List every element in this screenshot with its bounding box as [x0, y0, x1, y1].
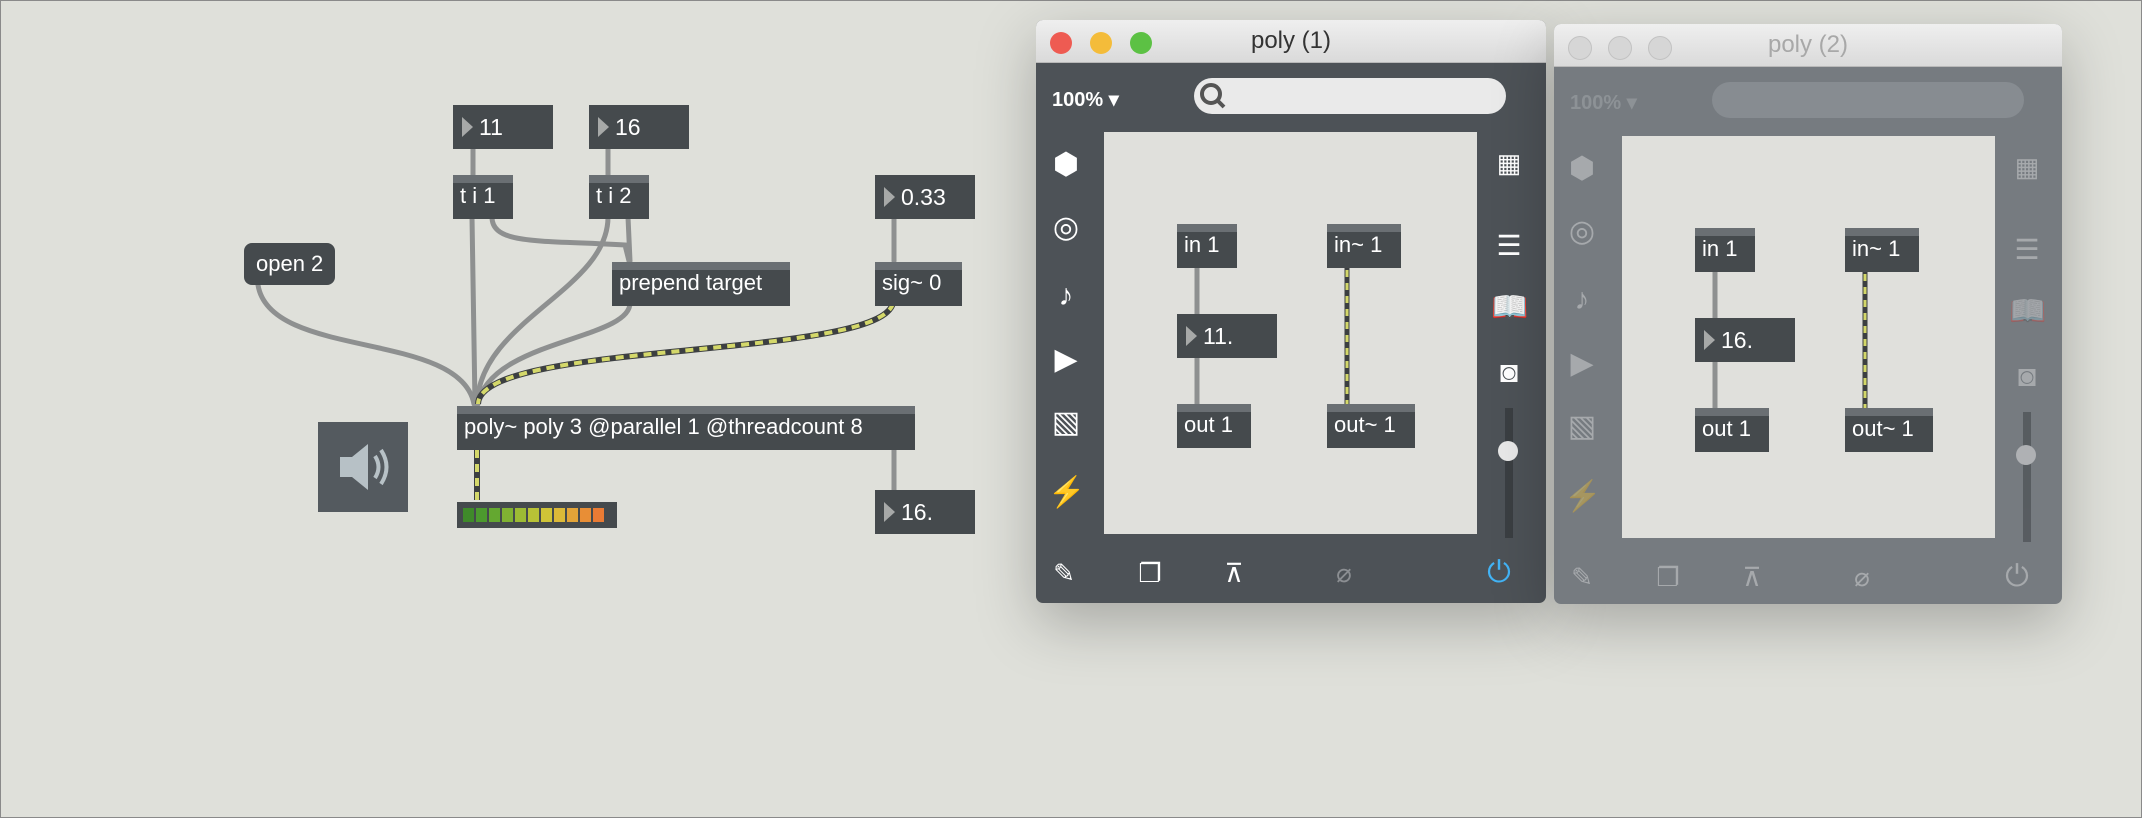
window-title: poly (1)	[1250, 27, 1332, 54]
slider-knob[interactable]	[1498, 441, 1518, 461]
windows-icon[interactable]: ❐	[1650, 559, 1686, 595]
music-note-icon[interactable]: ♪	[1564, 282, 1600, 318]
number-box-output[interactable]: 16.	[875, 490, 975, 534]
search-input[interactable]	[1712, 82, 2024, 118]
maximize-button[interactable]	[1130, 32, 1152, 54]
inner-in-object[interactable]: in 1	[1177, 224, 1237, 268]
pencil-icon[interactable]: ✎	[1564, 559, 1600, 595]
inner-cords	[1712, 248, 1868, 426]
window-title: poly (2)	[1767, 31, 1849, 58]
grid-icon[interactable]: ▦	[1491, 145, 1527, 181]
message-open-2[interactable]: open 2	[244, 243, 336, 285]
zoom-label: 100%	[1570, 92, 1622, 114]
number-box-11[interactable]: 11	[453, 105, 553, 149]
window-titlebar[interactable]: poly (2)	[1554, 24, 2062, 67]
ezdac-button[interactable]	[318, 422, 408, 512]
inner-in-signal-object[interactable]: in~ 1	[1845, 228, 1919, 272]
book-icon[interactable]: 📖	[2009, 294, 2046, 330]
volume-slider[interactable]	[2014, 412, 2040, 542]
plug-icon[interactable]: ⚡	[1564, 479, 1601, 515]
cube-icon[interactable]: ⬢	[1564, 151, 1600, 187]
cord	[255, 282, 477, 407]
inner-out-signal-object[interactable]: out~ 1	[1845, 408, 1933, 452]
window-titlebar[interactable]: poly (1)	[1036, 20, 1546, 63]
pencil-icon[interactable]: ✎	[1046, 555, 1082, 591]
zoom-menu[interactable]: 100% ▾	[1052, 87, 1119, 112]
camera-icon[interactable]: ◙	[2009, 359, 2045, 395]
speaker-icon	[340, 444, 389, 490]
signal-cord	[475, 301, 896, 405]
poly-patcher-canvas[interactable]: in 1 in~ 1 11. out 1 out~ 1	[1104, 132, 1477, 534]
inner-number-box[interactable]: 16.	[1695, 318, 1795, 362]
cord	[469, 214, 478, 407]
camera-icon[interactable]: ◙	[1491, 355, 1527, 391]
presentation-icon[interactable]: ⊼	[1216, 555, 1252, 591]
image-icon[interactable]: ▧	[1564, 409, 1600, 445]
search-icon	[1200, 83, 1226, 109]
inner-out-object[interactable]: out 1	[1177, 404, 1251, 448]
list-icon[interactable]: ☰	[1491, 228, 1527, 264]
poly-object[interactable]: poly~ poly 3 @parallel 1 @threadcount 8	[457, 406, 915, 450]
sig-object[interactable]: sig~ 0	[875, 262, 962, 306]
zoom-menu[interactable]: 100% ▾	[1570, 90, 1637, 115]
inner-in-object[interactable]: in 1	[1695, 228, 1755, 272]
image-icon[interactable]: ▧	[1048, 405, 1084, 441]
power-icon[interactable]: ⏻	[1999, 559, 2035, 595]
poly-patcher-canvas[interactable]: in 1 in~ 1 16. out 1 out~ 1	[1622, 136, 1995, 538]
maximize-button[interactable]	[1648, 36, 1672, 60]
cube-icon[interactable]: ⬢	[1048, 147, 1084, 183]
poly-window-1[interactable]: poly (1) 100% ▾ ⬢ ◎ ♪ ▶ ▧ ⚡ in 1 in~ 1 1…	[1036, 20, 1546, 603]
slider-knob[interactable]	[2016, 445, 2036, 465]
presentation-icon[interactable]: ⊼	[1734, 559, 1770, 595]
target-icon[interactable]: ◎	[1564, 214, 1600, 250]
windows-icon[interactable]: ❐	[1132, 555, 1168, 591]
minimize-button[interactable]	[1090, 32, 1112, 54]
prepend-target-object[interactable]: prepend target	[612, 262, 790, 306]
close-button[interactable]	[1568, 36, 1592, 60]
target-icon[interactable]: ◎	[1048, 210, 1084, 246]
inner-in-signal-object[interactable]: in~ 1	[1327, 224, 1401, 268]
search-input[interactable]	[1194, 78, 1506, 114]
zoom-label: 100%	[1052, 89, 1104, 111]
number-box-16[interactable]: 16	[589, 105, 689, 149]
inner-out-object[interactable]: out 1	[1695, 408, 1769, 452]
grid-icon[interactable]: ▦	[2009, 149, 2045, 185]
plug-icon[interactable]: ⚡	[1048, 475, 1085, 511]
trigger-object-2[interactable]: t i 2	[589, 175, 649, 219]
close-button[interactable]	[1050, 32, 1072, 54]
inner-number-box[interactable]: 11.	[1177, 314, 1277, 358]
volume-slider[interactable]	[1496, 408, 1522, 538]
power-icon[interactable]: ⏻	[1481, 555, 1517, 591]
paperclip-icon[interactable]: ⌀	[1844, 559, 1880, 595]
video-icon[interactable]: ▶	[1048, 342, 1084, 378]
book-icon[interactable]: 📖	[1491, 290, 1528, 326]
cord	[475, 300, 633, 407]
level-meter	[457, 502, 617, 528]
trigger-object-1[interactable]: t i 1	[453, 175, 513, 219]
number-box-0-33[interactable]: 0.33	[875, 175, 975, 219]
music-note-icon[interactable]: ♪	[1048, 278, 1084, 314]
inner-cords	[1194, 244, 1350, 422]
paperclip-icon[interactable]: ⌀	[1326, 555, 1362, 591]
inner-out-signal-object[interactable]: out~ 1	[1327, 404, 1415, 448]
list-icon[interactable]: ☰	[2009, 232, 2045, 268]
video-icon[interactable]: ▶	[1564, 346, 1600, 382]
poly-window-2[interactable]: poly (2) 100% ▾ ⬢ ◎ ♪ ▶ ▧ ⚡ in 1 in~ 1 1…	[1554, 24, 2062, 604]
minimize-button[interactable]	[1608, 36, 1632, 60]
cord	[625, 214, 633, 264]
